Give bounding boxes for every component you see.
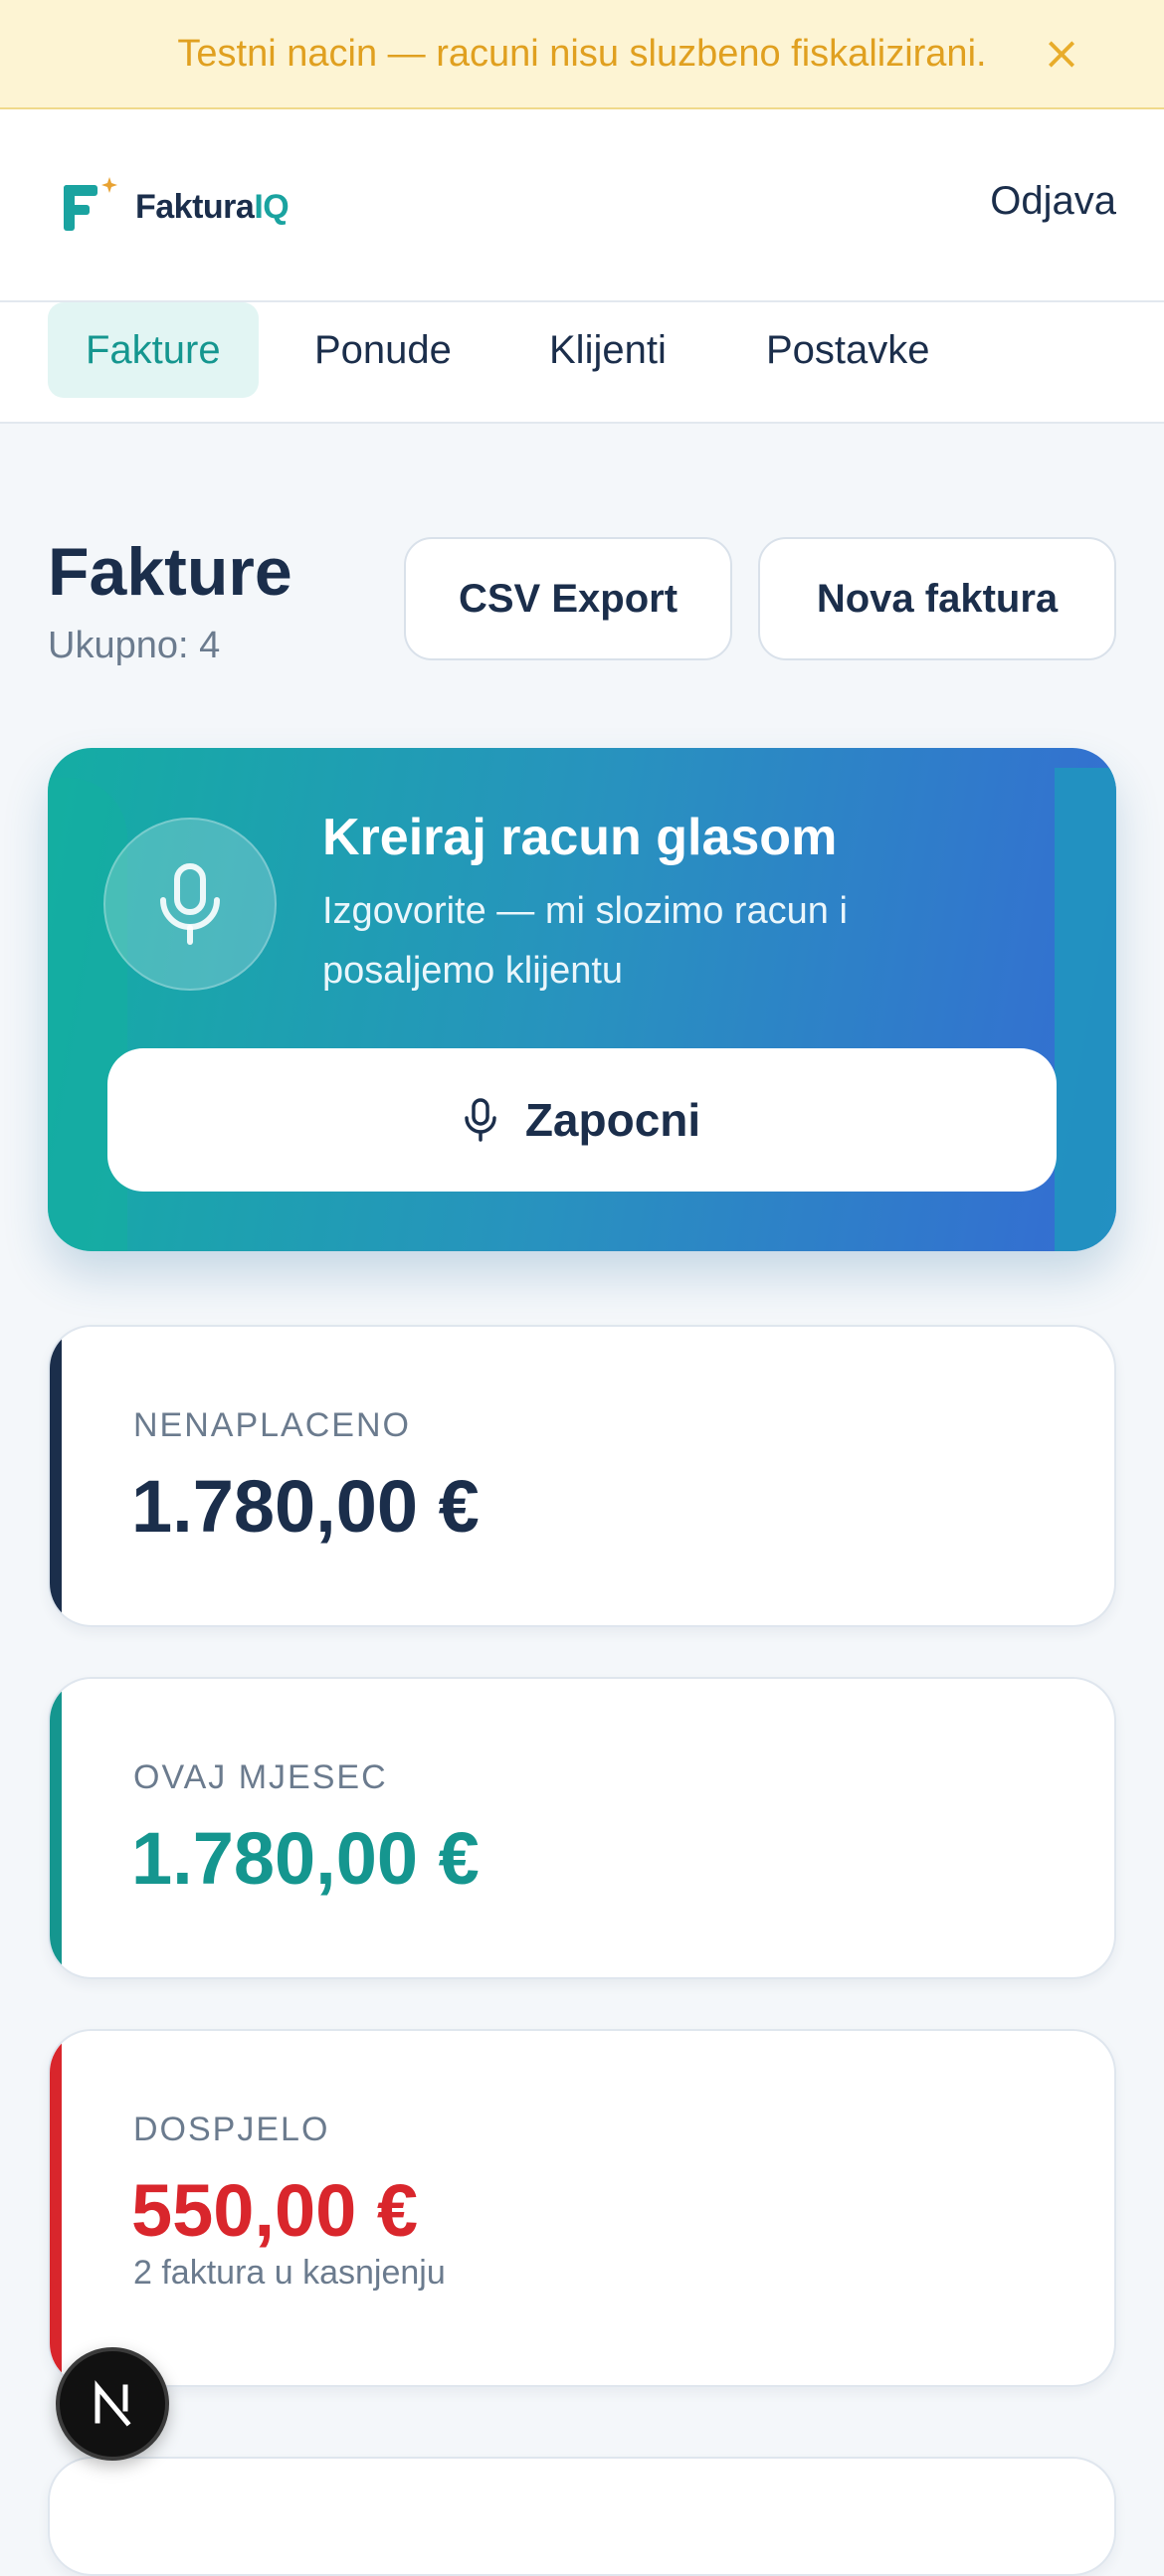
close-icon[interactable]: × [1039,30,1084,76]
stat-label: DOSPJELO [133,2111,330,2148]
logo[interactable]: FakturaIQ [60,177,290,237]
banner-text: Testni nacin — racuni nisu sluzbeno fisk… [177,32,987,75]
stat-note: 2 faktura u kasnjenju [133,2254,446,2292]
stat-value: 550,00 € [131,2169,419,2252]
fakturaiq-logo-icon [60,177,119,237]
app-header: FakturaIQ Odjava [0,109,1164,302]
stat-card-overdue: DOSPJELO 550,00 € 2 faktura u kasnjenju [48,2029,1116,2387]
start-voice-button[interactable]: Zapocni [107,1048,1057,1192]
main-nav-tabs: Fakture Ponude Klijenti Postavke [0,302,1164,424]
tab-ponude[interactable]: Ponude [277,302,489,398]
tab-fakture[interactable]: Fakture [48,302,259,398]
page-title: Fakture [48,534,292,610]
logout-button[interactable]: Odjava [990,179,1116,224]
microphone-icon [465,1098,496,1142]
logo-text: FakturaIQ [135,187,290,227]
microphone-icon [103,818,277,991]
tab-postavke[interactable]: Postavke [728,302,968,398]
new-invoice-button[interactable]: Nova faktura [758,537,1116,660]
logo-text-part1: Faktura [135,187,255,226]
stat-label: OVAJ MJESEC [133,1758,388,1796]
nextjs-icon[interactable] [56,2347,169,2461]
stat-value: 1.780,00 € [131,1465,480,1548]
test-mode-banner: Testni nacin — racuni nisu sluzbeno fisk… [0,0,1164,109]
voice-card-description: Izgovorite — mi slozimo racun i posaljem… [322,890,848,992]
logo-text-part2: IQ [254,187,290,226]
stat-card-unpaid: NENAPLACENO 1.780,00 € [48,1325,1116,1627]
stat-accent-bar [50,1327,62,1625]
voice-invoice-card: Kreiraj racun glasom Izgovorite — mi slo… [48,748,1116,1251]
card-decoration-left [48,778,127,1251]
stat-accent-bar [50,1679,62,1977]
invoice-count: Ukupno: 4 [48,625,221,666]
stat-accent-bar [50,2031,62,2385]
stat-value: 1.780,00 € [131,1817,480,1900]
voice-card-title: Kreiraj racun glasom [322,809,838,866]
tab-klijenti[interactable]: Klijenti [511,302,704,398]
start-voice-label: Zapocni [524,1094,701,1146]
stat-card-this-month: OVAJ MJESEC 1.780,00 € [48,1677,1116,1979]
card-decoration-right [1055,768,1116,1251]
stat-label: NENAPLACENO [133,1406,411,1444]
csv-export-button[interactable]: CSV Export [404,537,732,660]
stat-card-partial [48,2457,1116,2576]
